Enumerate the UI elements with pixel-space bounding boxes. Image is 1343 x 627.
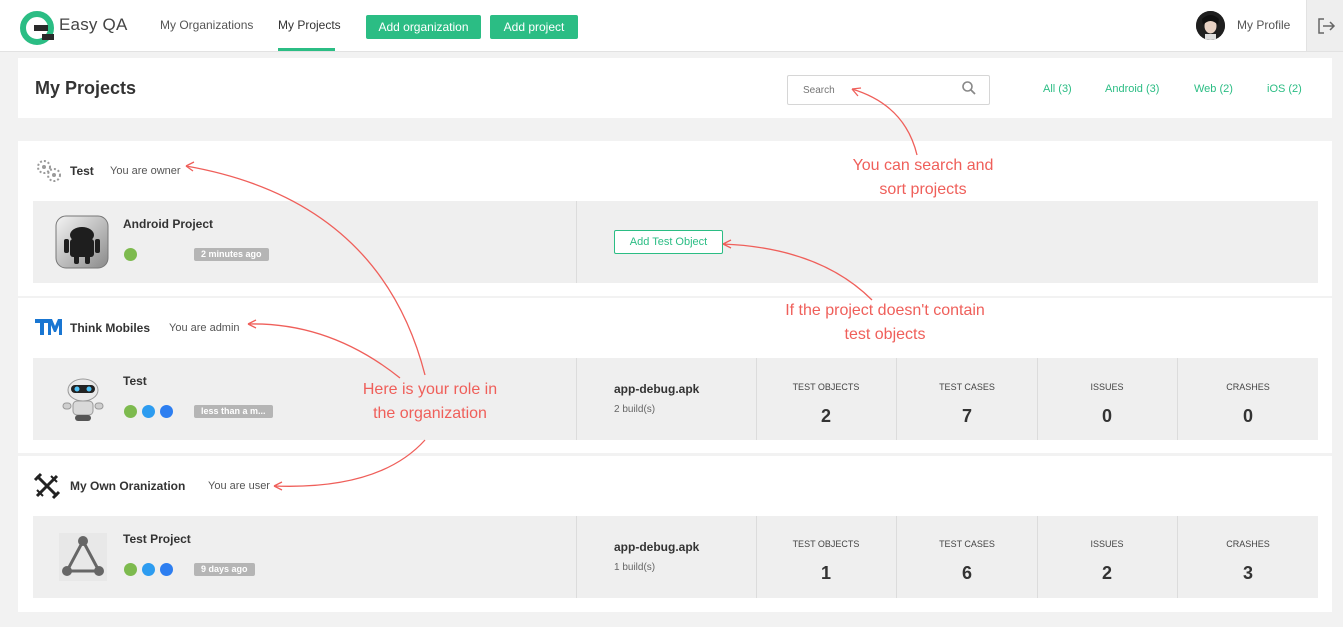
column-divider [576,201,577,283]
stat-label-test-objects: TEST OBJECTS [792,539,860,549]
add-organization-button[interactable]: Add organization [366,15,481,39]
nav-my-organizations[interactable]: My Organizations [160,18,253,32]
column-divider [576,358,577,440]
stat-label-test-cases: TEST CASES [939,539,995,549]
annotation-text: Here is your role in [362,381,498,398]
project-row-test-project[interactable] [33,516,1318,598]
stat-value-crashes[interactable]: 0 [1178,406,1318,427]
org-role: You are user [208,480,270,492]
org-role: You are admin [169,322,240,334]
android-icon [124,563,137,576]
filter-android[interactable]: Android (3) [1105,83,1159,95]
org-name[interactable]: Think Mobiles [70,321,150,335]
stat-label-test-cases: TEST CASES [939,382,995,392]
apple-icon [142,563,155,576]
filter-all[interactable]: All (3) [1043,83,1072,95]
nav-my-projects[interactable]: My Projects [278,18,341,32]
gear-cluster-icon [37,160,61,182]
app-name: Easy QA [59,15,128,34]
column-divider [756,358,757,440]
stat-value-test-cases[interactable]: 6 [897,563,1037,584]
time-badge: 9 days ago [194,563,255,576]
active-tab-indicator [278,48,335,51]
build-name[interactable]: app-debug.apk [614,540,699,554]
stat-label-issues: ISSUES [1090,539,1124,549]
logout-button[interactable] [1306,0,1343,51]
annotation-empty-project: If the project doesn't contain test obje… [770,299,1000,347]
annotation-role: Here is your role in the organization [345,378,515,426]
my-profile-link[interactable]: My Profile [1237,18,1290,32]
column-divider [1177,358,1178,440]
android-app-icon [55,215,109,269]
stat-label-issues: ISSUES [1090,382,1124,392]
column-divider [1037,516,1038,598]
stat-value-test-objects[interactable]: 2 [756,406,896,427]
org-role: You are owner [110,165,181,177]
filter-ios[interactable]: iOS (2) [1267,83,1302,95]
think-mobiles-logo-icon [35,319,62,335]
top-navbar: Easy QA My Organizations My Projects Add… [0,0,1343,52]
project-name[interactable]: Android Project [123,217,213,231]
apple-icon [142,405,155,418]
page-title: My Projects [35,78,137,98]
stat-value-test-cases[interactable]: 7 [897,406,1037,427]
project-name[interactable]: Test Project [123,532,191,546]
annotation-text: the organization [373,405,487,422]
web-icon [160,563,173,576]
logout-icon [1318,18,1336,34]
stat-value-issues[interactable]: 2 [1037,563,1177,584]
robot-app-icon [62,378,104,421]
stat-label-crashes: CRASHES [1226,382,1270,392]
android-icon [124,248,137,261]
add-project-button[interactable]: Add project [490,15,578,39]
project-row-test[interactable] [33,358,1318,440]
annotation-text: If the project doesn't contain [785,302,985,319]
column-divider [756,516,757,598]
easyqa-logo-icon[interactable] [20,10,56,46]
org-name[interactable]: Test [70,164,94,178]
column-divider [896,358,897,440]
time-badge: 2 minutes ago [194,248,269,261]
stat-value-crashes[interactable]: 3 [1178,563,1318,584]
column-divider [1037,358,1038,440]
column-divider [576,516,577,598]
stat-label-crashes: CRASHES [1226,539,1270,549]
annotation-text: sort projects [879,181,967,198]
build-count: 1 build(s) [614,562,656,573]
search-icon[interactable] [961,80,977,96]
project-logo-icon [59,533,107,581]
tools-icon [33,472,61,500]
add-test-object-button[interactable]: Add Test Object [614,230,723,254]
stat-value-issues[interactable]: 0 [1037,406,1177,427]
android-icon [124,405,137,418]
search-input[interactable] [787,75,990,105]
org-name[interactable]: My Own Oranization [70,479,185,493]
stat-value-test-objects[interactable]: 1 [756,563,896,584]
project-name[interactable]: Test [123,374,147,388]
annotation-search: You can search and sort projects [823,154,1023,202]
column-divider [1177,516,1178,598]
column-divider [896,516,897,598]
annotation-text: test objects [844,326,926,343]
time-badge: less than a m... [194,405,273,418]
web-icon [160,405,173,418]
stat-label-test-objects: TEST OBJECTS [792,382,860,392]
build-name[interactable]: app-debug.apk [614,382,699,396]
annotation-text: You can search and [852,157,994,174]
build-count: 2 build(s) [614,404,656,415]
filter-web[interactable]: Web (2) [1194,83,1233,95]
avatar[interactable] [1196,11,1225,40]
